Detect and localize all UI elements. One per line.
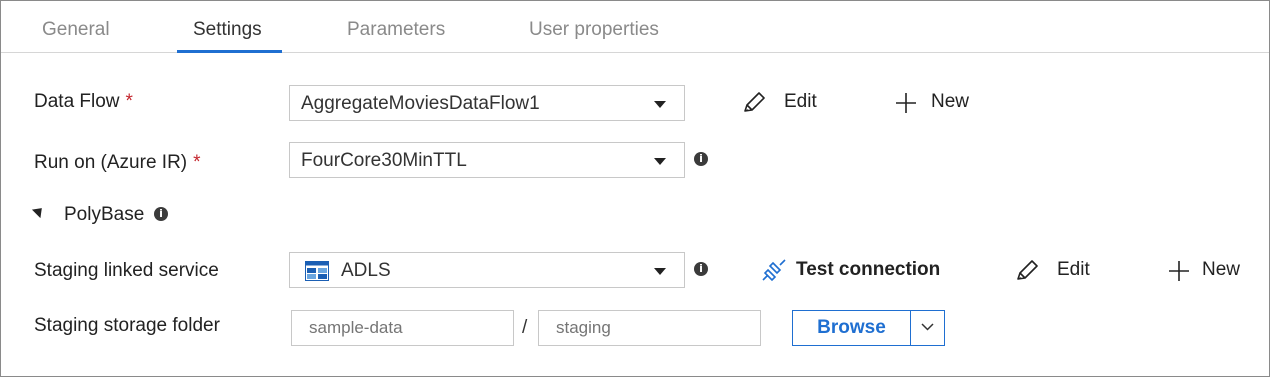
edit-label: Edit bbox=[1057, 259, 1090, 280]
required-marker: * bbox=[193, 152, 201, 173]
container-field[interactable] bbox=[292, 311, 513, 345]
staging-linked-service-value: ADLS bbox=[341, 260, 391, 281]
staging-linked-service-label: Staging linked service bbox=[34, 260, 219, 281]
data-flow-new-button[interactable]: New bbox=[894, 87, 984, 117]
browse-options-button[interactable] bbox=[911, 311, 944, 345]
new-label: New bbox=[931, 91, 970, 112]
run-on-dropdown[interactable]: FourCore30MinTTL bbox=[289, 142, 685, 178]
container-input[interactable] bbox=[291, 310, 514, 346]
data-flow-value: AggregateMoviesDataFlow1 bbox=[301, 93, 540, 114]
chevron-down-icon bbox=[654, 101, 666, 108]
run-on-value: FourCore30MinTTL bbox=[301, 150, 467, 171]
required-marker: * bbox=[125, 91, 133, 112]
staging-linked-service-dropdown[interactable]: ADLS bbox=[289, 252, 685, 288]
data-flow-dropdown[interactable]: AggregateMoviesDataFlow1 bbox=[289, 85, 685, 121]
browse-split-button[interactable]: Browse bbox=[792, 310, 945, 346]
chevron-down-icon bbox=[654, 268, 666, 275]
staging-storage-folder-label: Staging storage folder bbox=[34, 315, 220, 336]
tab-parameters[interactable]: Parameters bbox=[347, 1, 445, 52]
tab-general[interactable]: General bbox=[42, 1, 110, 52]
staging-new-button[interactable]: New bbox=[1167, 255, 1257, 285]
plug-connection-icon bbox=[762, 259, 786, 282]
chevron-down-icon bbox=[654, 158, 666, 165]
new-label: New bbox=[1202, 259, 1241, 280]
data-flow-label: Data Flow * bbox=[34, 91, 133, 113]
run-on-label: Run on (Azure IR) * bbox=[34, 152, 201, 174]
run-on-label-text: Run on (Azure IR) bbox=[34, 152, 188, 173]
settings-panel: General Settings Parameters User propert… bbox=[0, 0, 1270, 377]
info-icon[interactable]: i bbox=[694, 262, 708, 276]
info-icon[interactable]: i bbox=[694, 152, 708, 166]
data-flow-label-text: Data Flow bbox=[34, 91, 120, 112]
plus-icon bbox=[1169, 261, 1189, 281]
tab-user-properties[interactable]: User properties bbox=[529, 1, 659, 52]
collapse-triangle-icon[interactable] bbox=[31, 203, 47, 219]
pencil-icon bbox=[744, 92, 765, 112]
pencil-icon bbox=[1017, 260, 1038, 280]
test-connection-label: Test connection bbox=[796, 259, 941, 280]
storage-icon bbox=[305, 261, 329, 281]
edit-label: Edit bbox=[784, 91, 817, 112]
test-connection-button[interactable]: Test connection bbox=[761, 255, 941, 285]
data-flow-edit-button[interactable]: Edit bbox=[741, 87, 831, 117]
polybase-label: PolyBase bbox=[64, 204, 145, 225]
folder-path-field[interactable] bbox=[539, 311, 760, 345]
browse-button[interactable]: Browse bbox=[793, 311, 910, 345]
info-icon[interactable]: i bbox=[154, 207, 168, 221]
tab-bar: General Settings Parameters User propert… bbox=[1, 1, 1269, 53]
staging-edit-button[interactable]: Edit bbox=[1014, 255, 1104, 285]
path-separator: / bbox=[522, 317, 528, 338]
tab-settings[interactable]: Settings bbox=[177, 1, 282, 53]
plus-icon bbox=[896, 93, 916, 113]
chevron-down-icon bbox=[921, 323, 934, 331]
folder-path-input[interactable] bbox=[538, 310, 761, 346]
